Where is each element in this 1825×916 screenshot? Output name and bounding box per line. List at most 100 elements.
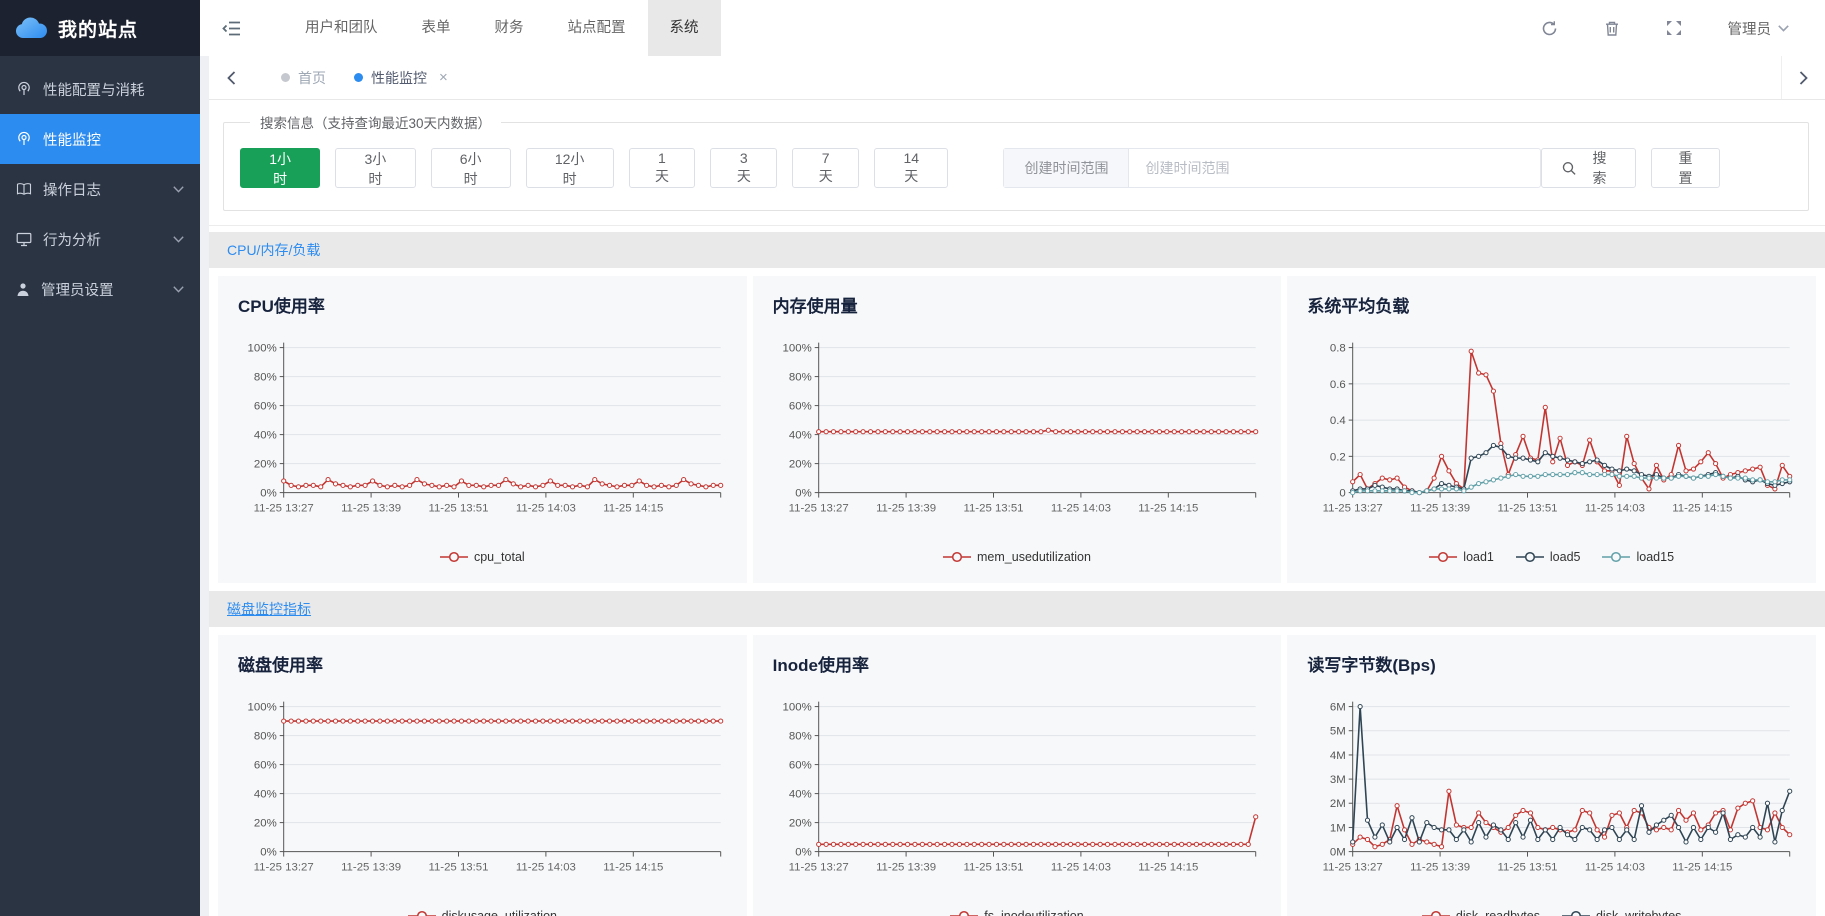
legend-item[interactable]: diskusage_utilization: [408, 909, 557, 916]
tab-performance-monitor[interactable]: 性能监控 ×: [354, 68, 448, 88]
section-link-disk[interactable]: 磁盘监控指标: [227, 599, 311, 619]
search-button[interactable]: 搜 索: [1541, 148, 1636, 188]
main-area: 用户和团队表单财务站点配置系统: [200, 0, 1825, 916]
line-chart[interactable]: 0%20%40%60%80%100%11-25 13:2711-25 13:39…: [773, 333, 1262, 535]
svg-text:11-25 14:03: 11-25 14:03: [1585, 861, 1645, 873]
fullscreen-icon[interactable]: [1666, 20, 1682, 36]
svg-text:4M: 4M: [1330, 750, 1346, 762]
search-button-label: 搜 索: [1584, 148, 1615, 188]
legend-label: cpu_total: [474, 550, 525, 564]
topbar-actions: 管理员: [1541, 18, 1825, 39]
chevron-down-icon: [173, 236, 184, 243]
svg-text:40%: 40%: [789, 430, 812, 442]
sidebar-item-4[interactable]: 管理员设置: [0, 264, 200, 314]
divider: [209, 225, 1825, 226]
legend-marker-icon: [1562, 910, 1590, 916]
chevron-down-icon: [173, 286, 184, 293]
reset-button[interactable]: 重置: [1651, 148, 1720, 188]
legend-label: disk_readbytes: [1456, 909, 1540, 916]
svg-text:11-25 13:39: 11-25 13:39: [1410, 861, 1470, 873]
line-chart[interactable]: 0%20%40%60%80%100%11-25 13:2711-25 13:39…: [773, 692, 1262, 894]
sidebar-item-label: 管理员设置: [41, 279, 114, 300]
time-button-4[interactable]: 1天: [629, 148, 696, 188]
sidebar-item-2[interactable]: 操作日志: [0, 164, 200, 214]
legend-item[interactable]: fs_inodeutilization: [950, 909, 1083, 916]
line-chart[interactable]: 00.20.40.60.811-25 13:2711-25 13:3911-25…: [1307, 333, 1796, 535]
chart-card-cpu: CPU使用率 0%20%40%60%80%100%11-25 13:2711-2…: [218, 276, 747, 583]
date-range-picker: 创建时间范围: [1003, 148, 1540, 188]
svg-text:80%: 80%: [254, 372, 277, 384]
chart-legend: mem_usedutilization: [773, 545, 1262, 569]
time-button-2[interactable]: 6小时: [431, 148, 511, 188]
trash-icon[interactable]: [1604, 20, 1620, 37]
svg-text:11-25 14:15: 11-25 14:15: [1673, 861, 1733, 873]
chart-title: 磁盘使用率: [238, 651, 727, 676]
person-icon: [16, 282, 30, 297]
line-chart[interactable]: 0%20%40%60%80%100%11-25 13:2711-25 13:39…: [238, 692, 727, 894]
svg-text:11-25 13:51: 11-25 13:51: [963, 502, 1023, 514]
legend-item[interactable]: load5: [1516, 550, 1581, 564]
nav-item-2[interactable]: 财务: [473, 0, 546, 56]
refresh-icon[interactable]: [1541, 20, 1558, 37]
section-link-cpu[interactable]: CPU/内存/负载: [227, 240, 320, 260]
tabs-scroll-left-icon[interactable]: [209, 56, 253, 99]
nav-item-4[interactable]: 系统: [648, 0, 721, 56]
line-chart[interactable]: 0M1M2M3M4M5M6M11-25 13:2711-25 13:3911-2…: [1307, 692, 1796, 894]
time-button-7[interactable]: 14天: [874, 148, 948, 188]
legend-item[interactable]: disk_readbytes: [1422, 909, 1540, 916]
time-button-0[interactable]: 1小时: [240, 148, 320, 188]
tab-home[interactable]: 首页: [281, 68, 326, 88]
chart-title: 读写字节数(Bps): [1307, 651, 1796, 676]
svg-text:80%: 80%: [789, 372, 812, 384]
svg-text:60%: 60%: [789, 760, 812, 772]
chart-card-load: 系统平均负载 00.20.40.60.811-25 13:2711-25 13:…: [1287, 276, 1816, 583]
broadcast-icon: [16, 131, 32, 147]
legend-item[interactable]: disk_writebytes: [1562, 909, 1681, 916]
close-icon[interactable]: ×: [439, 69, 448, 86]
tabs-scroll-right-icon[interactable]: [1781, 56, 1825, 99]
svg-text:11-25 13:51: 11-25 13:51: [963, 861, 1023, 873]
sidebar-item-label: 性能配置与消耗: [43, 79, 145, 100]
svg-text:0%: 0%: [260, 488, 277, 500]
svg-text:11-25 13:39: 11-25 13:39: [341, 502, 401, 514]
chart-row-1: CPU使用率 0%20%40%60%80%100%11-25 13:2711-2…: [209, 268, 1825, 585]
svg-text:80%: 80%: [254, 731, 277, 743]
line-chart[interactable]: 0%20%40%60%80%100%11-25 13:2711-25 13:39…: [238, 333, 727, 535]
sidebar-item-0[interactable]: 性能配置与消耗: [0, 64, 200, 114]
time-button-5[interactable]: 3天: [710, 148, 777, 188]
svg-text:11-25 13:39: 11-25 13:39: [876, 502, 936, 514]
date-range-label: 创建时间范围: [1004, 149, 1129, 187]
legend-item[interactable]: load15: [1602, 550, 1674, 564]
svg-text:20%: 20%: [789, 459, 812, 471]
nav-item-3[interactable]: 站点配置: [546, 0, 648, 56]
svg-text:60%: 60%: [254, 760, 277, 772]
svg-text:11-25 13:51: 11-25 13:51: [428, 861, 488, 873]
legend-item[interactable]: cpu_total: [440, 550, 525, 564]
svg-text:3M: 3M: [1330, 774, 1346, 786]
user-menu[interactable]: 管理员: [1728, 18, 1790, 39]
sidebar: 我的站点 性能配置与消耗性能监控操作日志行为分析管理员设置: [0, 0, 200, 916]
svg-text:0.2: 0.2: [1330, 451, 1346, 463]
date-range-input[interactable]: [1129, 149, 1539, 187]
svg-text:0%: 0%: [795, 847, 812, 859]
chart-legend: cpu_total: [238, 545, 727, 569]
time-button-3[interactable]: 12小时: [526, 148, 614, 188]
chart-title: Inode使用率: [773, 651, 1262, 676]
legend-marker-icon: [950, 910, 978, 916]
nav-item-1[interactable]: 表单: [400, 0, 473, 56]
time-button-1[interactable]: 3小时: [335, 148, 415, 188]
legend-label: load15: [1636, 550, 1674, 564]
topnav: 用户和团队表单财务站点配置系统: [283, 0, 721, 56]
legend-label: diskusage_utilization: [442, 909, 557, 916]
sidebar-item-3[interactable]: 行为分析: [0, 214, 200, 264]
chevron-down-icon: [1778, 25, 1789, 32]
brand[interactable]: 我的站点: [0, 0, 200, 56]
time-button-6[interactable]: 7天: [792, 148, 859, 188]
svg-text:11-25 14:03: 11-25 14:03: [516, 861, 576, 873]
svg-text:11-25 13:39: 11-25 13:39: [341, 861, 401, 873]
legend-item[interactable]: mem_usedutilization: [943, 550, 1091, 564]
collapse-sidebar-icon[interactable]: [222, 20, 241, 37]
sidebar-item-1[interactable]: 性能监控: [0, 114, 200, 164]
legend-item[interactable]: load1: [1429, 550, 1494, 564]
nav-item-0[interactable]: 用户和团队: [283, 0, 400, 56]
